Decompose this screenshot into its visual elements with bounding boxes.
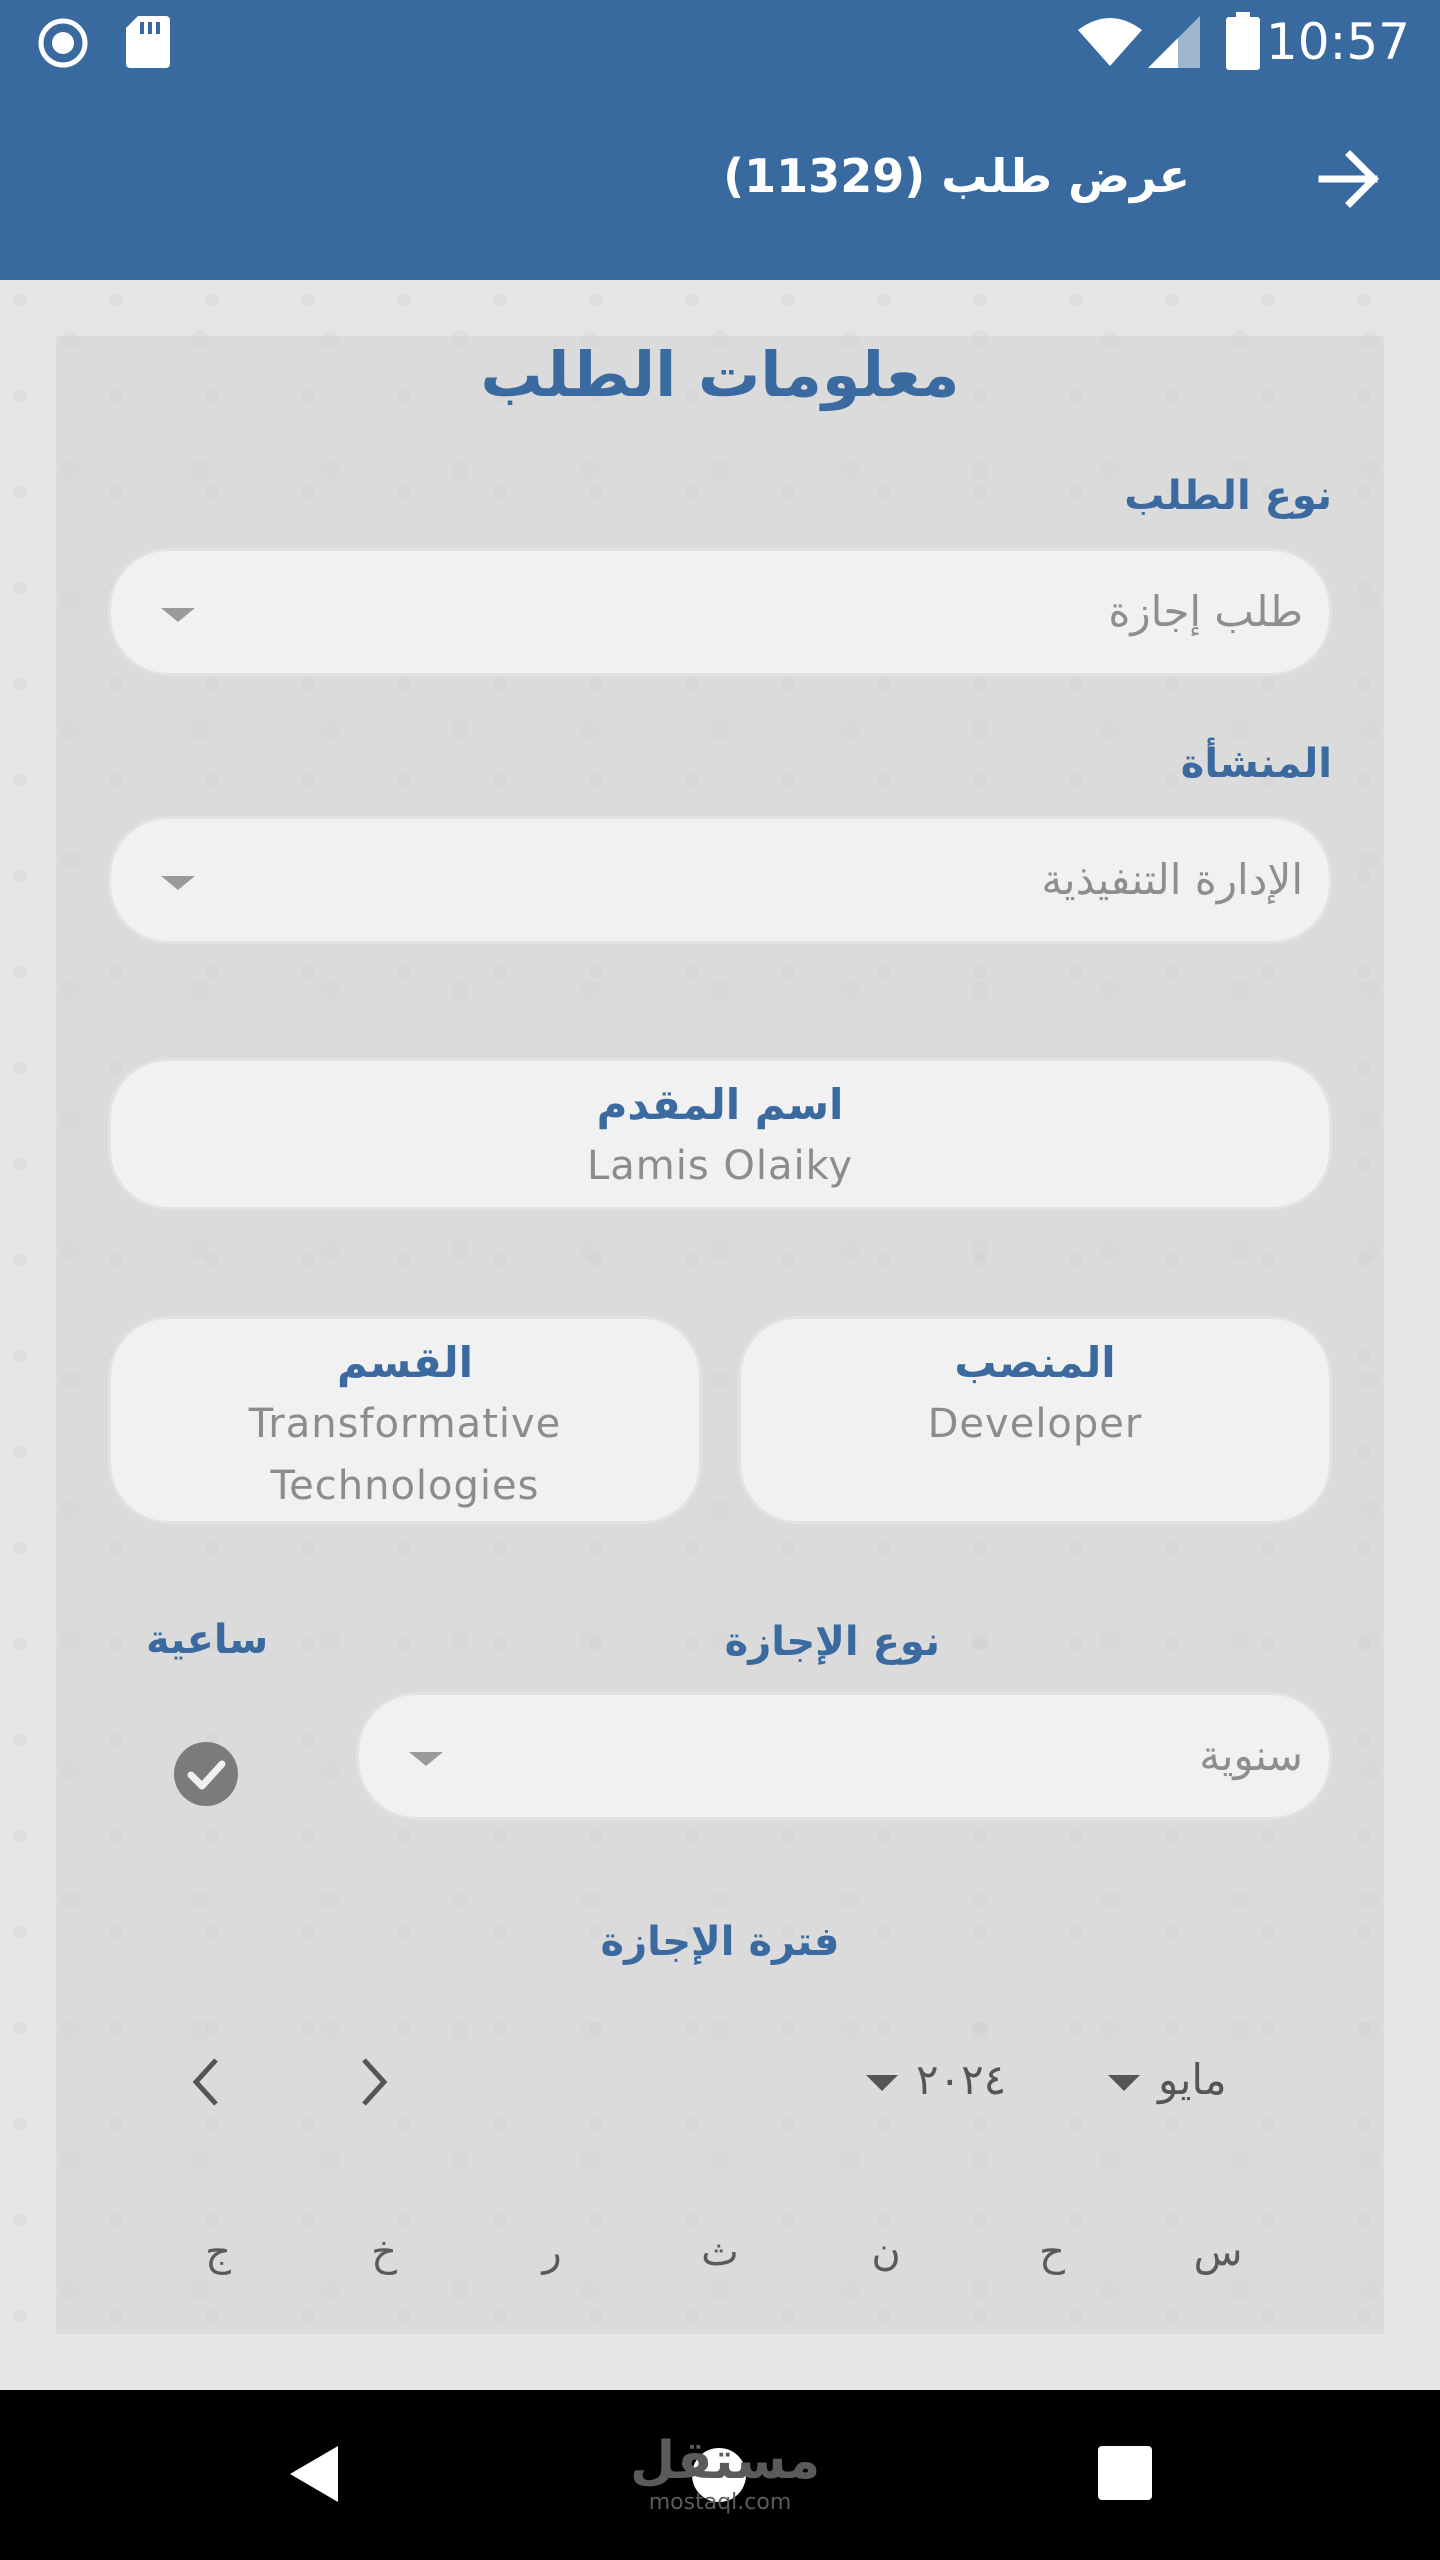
chevron-down-icon <box>161 876 195 890</box>
status-bar: 10:57 <box>0 0 1440 84</box>
applicant-name-label: اسم المقدم <box>596 1080 844 1129</box>
back-triangle-icon[interactable] <box>288 2444 340 2508</box>
hourly-checkbox[interactable] <box>174 1742 238 1806</box>
system-nav-bar: مستقل mostaql.com <box>0 2390 1440 2560</box>
year-select[interactable]: ٢٠٢٤ <box>866 2050 1006 2110</box>
watermark-arabic: مستقل <box>630 2431 821 2491</box>
watermark-url: mostaql.com <box>648 2490 792 2515</box>
chevron-left-icon[interactable] <box>188 2056 224 2112</box>
leave-type-value: سنوية <box>1199 1731 1303 1780</box>
chevron-down-icon <box>161 608 195 622</box>
weekday-label: ج <box>205 2229 231 2275</box>
hourly-label: ساعية <box>146 1617 269 1663</box>
leave-type-label: نوع الإجازة <box>724 1619 940 1665</box>
request-type-select[interactable]: طلب إجازة <box>108 548 1332 676</box>
weekday-label: ن <box>871 2229 901 2275</box>
weekday-label: ح <box>1039 2229 1065 2275</box>
facility-label: المنشأة <box>1180 741 1332 787</box>
battery-icon <box>1226 12 1260 74</box>
request-type-value: طلب إجازة <box>1108 587 1303 636</box>
section-title: معلومات الطلب <box>480 338 960 411</box>
check-icon <box>187 1760 226 1790</box>
record-icon <box>36 16 90 74</box>
app-bar: عرض طلب (11329) <box>0 84 1440 280</box>
chevron-down-icon <box>1108 2074 1140 2091</box>
chevron-down-icon <box>866 2074 898 2091</box>
chevron-right-icon[interactable] <box>356 2056 392 2112</box>
facility-select[interactable]: الإدارة التنفيذية <box>108 816 1332 944</box>
department-label: القسم <box>336 1338 474 1387</box>
page-title: عرض طلب (11329) <box>723 149 1190 203</box>
department-value-line1: Transformative <box>248 1401 562 1447</box>
year-value: ٢٠٢٤ <box>916 2055 1007 2104</box>
request-type-label: نوع الطلب <box>1124 473 1332 519</box>
status-time: 10:57 <box>1265 13 1410 71</box>
applicant-name-field: اسم المقدم Lamis Olaiky <box>108 1058 1332 1210</box>
weekday-label: ر <box>542 2229 562 2275</box>
chevron-down-icon <box>409 1752 443 1766</box>
month-select[interactable]: مايو <box>1108 2050 1227 2110</box>
weekday-label: ث <box>701 2229 739 2275</box>
weekday-label: خ <box>371 2229 397 2275</box>
facility-value: الإدارة التنفيذية <box>1041 855 1303 904</box>
signal-icon <box>1148 16 1200 72</box>
month-value: مايو <box>1158 2055 1227 2104</box>
department-value-line2: Technologies <box>270 1463 540 1509</box>
position-label: المنصب <box>954 1338 1116 1387</box>
position-field: المنصب Developer <box>738 1316 1332 1524</box>
weekday-label: س <box>1193 2229 1243 2275</box>
applicant-name-value: Lamis Olaiky <box>586 1143 854 1189</box>
recents-square-icon[interactable] <box>1098 2446 1152 2504</box>
leave-type-select[interactable]: سنوية <box>356 1692 1332 1820</box>
wifi-icon <box>1078 16 1142 72</box>
arrow-right-icon[interactable] <box>1318 150 1380 212</box>
sd-card-icon <box>126 16 170 72</box>
department-field: القسم Transformative Technologies <box>108 1316 702 1524</box>
position-value: Developer <box>927 1401 1143 1447</box>
leave-period-label: فترة الإجازة <box>600 1919 840 1965</box>
watermark-logo: مستقل mostaql.com <box>630 2431 821 2516</box>
